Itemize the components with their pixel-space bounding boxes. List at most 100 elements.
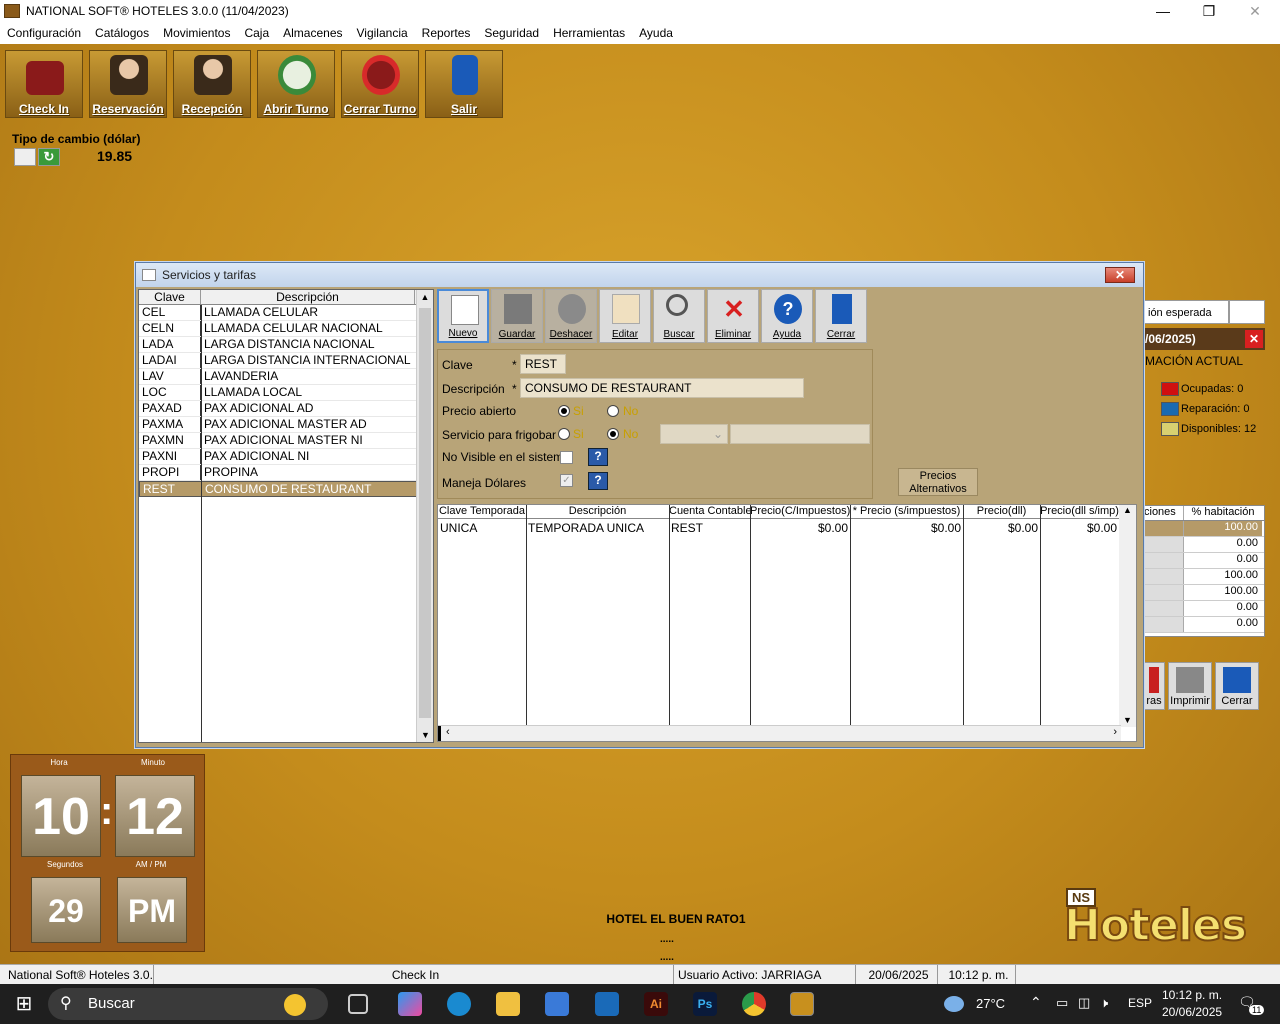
menu-configuracion[interactable]: Configuración	[0, 26, 88, 40]
printer-icon	[1176, 667, 1204, 693]
copilot-icon[interactable]	[398, 992, 422, 1016]
taskbar-search[interactable]: ⚲ Buscar	[48, 988, 328, 1020]
menu-ayuda[interactable]: Ayuda	[632, 26, 680, 40]
task-view-icon[interactable]	[348, 994, 368, 1014]
weather-icon[interactable]	[944, 996, 964, 1012]
file-explorer-icon[interactable]	[496, 992, 520, 1016]
list-scrollbar[interactable]: ▲ ▼	[416, 290, 433, 742]
close-window-button[interactable]: ✕	[1105, 267, 1135, 283]
frigobar-si-radio[interactable]	[558, 428, 570, 440]
help-icon[interactable]: ?	[588, 472, 608, 490]
grid-vertical-scrollbar[interactable]: ▲ ▼	[1119, 505, 1136, 727]
refresh-icon[interactable]: ↻	[38, 148, 60, 166]
list-item[interactable]: CEL LLAMADA CELULAR	[139, 305, 433, 321]
menu-caja[interactable]: Caja	[237, 26, 276, 40]
frigobar-product-field[interactable]	[730, 424, 870, 444]
ticket-icon[interactable]	[14, 148, 36, 166]
eliminar-button[interactable]: ✕ Eliminar	[707, 289, 759, 343]
deshacer-button[interactable]: Deshacer	[545, 289, 597, 343]
reservacion-button[interactable]: Reservación	[89, 50, 167, 118]
close-button[interactable]: ✕	[1232, 0, 1278, 22]
abrir-turno-button[interactable]: Abrir Turno	[257, 50, 335, 118]
menu-seguridad[interactable]: Seguridad	[477, 26, 546, 40]
ns-hoteles-task-icon[interactable]	[790, 992, 814, 1016]
tab-blank[interactable]	[1229, 300, 1265, 324]
clave-field[interactable]: REST	[520, 354, 566, 374]
list-item[interactable]: LAV LAVANDERIA	[139, 369, 433, 385]
table-row[interactable]: 100.00	[1144, 585, 1264, 601]
ayuda-button[interactable]: ? Ayuda	[761, 289, 813, 343]
precio-abierto-si-radio[interactable]	[558, 405, 570, 417]
list-item[interactable]: PAXMN PAX ADICIONAL MASTER NI	[139, 433, 433, 449]
tray-time[interactable]: 10:12 p. m.	[1162, 988, 1222, 1002]
nuevo-button[interactable]: Nuevo	[437, 289, 489, 343]
list-item[interactable]: REST CONSUMO DE RESTAURANT	[139, 481, 433, 497]
table-row[interactable]: UNICA TEMPORADA UNICA REST $0.00 $0.00 $…	[438, 521, 1136, 539]
frigobar-no-radio[interactable]	[607, 428, 619, 440]
descripcion-field[interactable]: CONSUMO DE RESTAURANT	[520, 378, 804, 398]
buscar-button[interactable]: Buscar	[653, 289, 705, 343]
hotel-name: HOTEL EL BUEN RATO1	[606, 912, 746, 926]
cerrar-button[interactable]: Cerrar	[815, 289, 867, 343]
maneja-dolares-checkbox[interactable]: ✓	[560, 474, 573, 487]
edge-icon[interactable]	[447, 992, 471, 1016]
list-item[interactable]: LADA LARGA DISTANCIA NACIONAL	[139, 337, 433, 353]
scroll-thumb[interactable]	[419, 308, 431, 718]
header-descripcion[interactable]: Descripción	[201, 290, 415, 304]
list-item[interactable]: PAXAD PAX ADICIONAL AD	[139, 401, 433, 417]
menu-movimientos[interactable]: Movimientos	[156, 26, 237, 40]
precio-abierto-no-radio[interactable]	[607, 405, 619, 417]
frigobar-select[interactable]: ⌄	[660, 424, 728, 444]
weather-temp[interactable]: 27°C	[976, 996, 1005, 1011]
language-indicator[interactable]: ESP	[1128, 996, 1152, 1010]
table-row[interactable]: 0.00	[1144, 617, 1264, 633]
menu-herramientas[interactable]: Herramientas	[546, 26, 632, 40]
minimize-button[interactable]: —	[1140, 0, 1186, 22]
menu-vigilancia[interactable]: Vigilancia	[350, 26, 415, 40]
outlook-icon[interactable]	[595, 992, 619, 1016]
restore-button[interactable]: ❐	[1186, 0, 1232, 22]
table-row[interactable]: 100.00	[1144, 521, 1264, 537]
menu-catalogos[interactable]: Catálogos	[88, 26, 156, 40]
tab-ocupacion-esperada[interactable]: ión esperada	[1143, 300, 1229, 324]
device-icon[interactable]: ▭	[1056, 995, 1068, 1011]
list-item[interactable]: PROPI PROPINA	[139, 465, 433, 481]
illustrator-icon[interactable]: Ai	[644, 992, 668, 1016]
partial-button[interactable]: ras	[1143, 662, 1165, 710]
network-icon[interactable]: ◫	[1078, 995, 1090, 1011]
list-item[interactable]: LOC LLAMADA LOCAL	[139, 385, 433, 401]
volume-mute-icon[interactable]: 🕨	[1100, 995, 1108, 1011]
chevron-up-icon[interactable]: ⌃	[1030, 994, 1042, 1011]
table-row[interactable]: 0.00	[1144, 601, 1264, 617]
menu-reportes[interactable]: Reportes	[415, 26, 478, 40]
grid-horizontal-scrollbar[interactable]: ‹ ›	[438, 725, 1121, 741]
list-item[interactable]: LADAI LARGA DISTANCIA INTERNACIONAL	[139, 353, 433, 369]
guardar-button[interactable]: Guardar	[491, 289, 543, 343]
cerrar-turno-button[interactable]: Cerrar Turno	[341, 50, 419, 118]
list-item[interactable]: PAXNI PAX ADICIONAL NI	[139, 449, 433, 465]
no-visible-checkbox[interactable]	[560, 451, 573, 464]
table-row[interactable]: 0.00	[1144, 553, 1264, 569]
close-icon[interactable]: ✕	[1245, 330, 1263, 348]
table-row[interactable]: 0.00	[1144, 537, 1264, 553]
cerrar-panel-button[interactable]: Cerrar	[1215, 662, 1259, 710]
delete-icon: ✕	[723, 294, 745, 324]
precios-alternativos-button[interactable]: Precios Alternativos	[898, 468, 978, 496]
menu-almacenes[interactable]: Almacenes	[276, 26, 349, 40]
column-divider	[201, 305, 202, 742]
editar-button[interactable]: Editar	[599, 289, 651, 343]
tray-date[interactable]: 20/06/2025	[1162, 1005, 1222, 1019]
recepcion-button[interactable]: Recepción	[173, 50, 251, 118]
check-in-button[interactable]: Check In	[5, 50, 83, 118]
chrome-icon[interactable]	[742, 992, 766, 1016]
imprimir-button[interactable]: Imprimir	[1168, 662, 1212, 710]
list-item[interactable]: PAXMA PAX ADICIONAL MASTER AD	[139, 417, 433, 433]
help-icon[interactable]: ?	[588, 448, 608, 466]
header-clave[interactable]: Clave	[139, 290, 201, 304]
table-row[interactable]: 100.00	[1144, 569, 1264, 585]
list-item[interactable]: CELN LLAMADA CELULAR NACIONAL	[139, 321, 433, 337]
store-icon[interactable]	[545, 992, 569, 1016]
salir-button[interactable]: Salir	[425, 50, 503, 118]
photoshop-icon[interactable]: Ps	[693, 992, 717, 1016]
windows-start-icon[interactable]: ⊞	[12, 992, 36, 1016]
